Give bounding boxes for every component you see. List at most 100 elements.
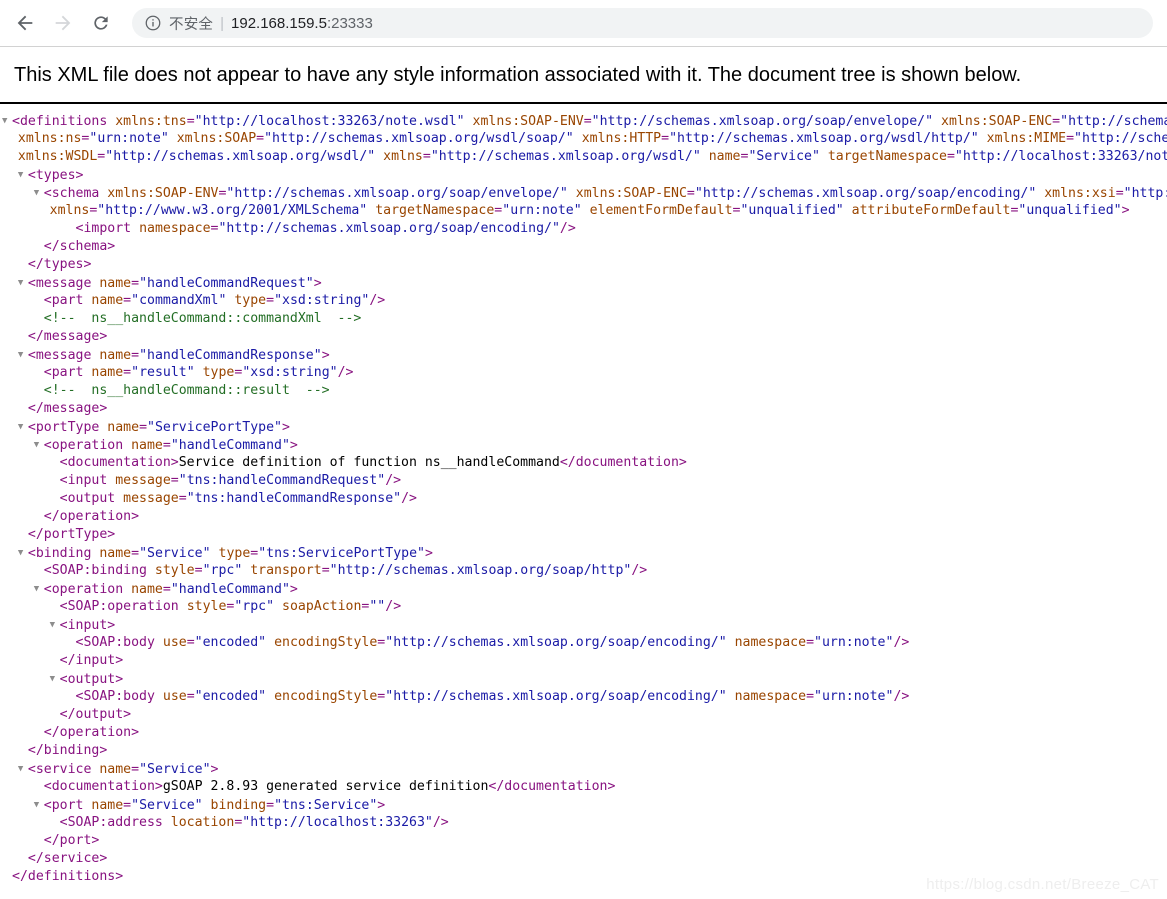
forward-button[interactable] [46, 6, 80, 40]
xml-attribute-value: "encoded" [194, 689, 267, 704]
xml-attribute-value: "encoded" [194, 635, 267, 650]
xml-attribute-value: "tns:ServicePortType" [258, 546, 425, 561]
xml-tag: > [377, 798, 386, 813]
xml-indent [2, 401, 18, 416]
url-port-text: :23333 [326, 14, 373, 32]
xml-tag: <part [43, 365, 92, 380]
xml-line: ▼ <port name="Service" binding="tns:Servi… [2, 796, 1167, 814]
xml-tag: <documentation> [59, 455, 179, 470]
xml-tag: </output> [59, 707, 132, 722]
xml-tag: /> [369, 293, 386, 308]
xml-line: ▼ <output> [2, 670, 1167, 688]
xml-line: ▼ <input> [2, 616, 1167, 634]
xml-indent [2, 473, 50, 488]
xml-tag: > [1121, 203, 1130, 218]
address-bar[interactable]: 不安全 | 192.168.159.5:23333 [132, 8, 1153, 38]
xml-text-content: gSOAP 2.8.93 generated service definitio… [162, 779, 489, 794]
xml-attribute-value: "http://schemas.xmlsoap.org/wsdl/" [105, 149, 376, 164]
xml-viewer-page: This XML file does not appear to have an… [0, 47, 1167, 899]
xml-line: <SOAP:body use="encoded" encodingStyle="… [2, 688, 1167, 706]
collapse-triangle-icon[interactable]: ▼ [18, 418, 28, 436]
xml-comment: <!-- ns__handleCommand::commandXml --> [43, 311, 362, 326]
security-status-label: 不安全 [169, 16, 214, 33]
xml-attribute-name: binding [210, 798, 267, 813]
xml-tag: <types> [27, 168, 84, 183]
info-circle-icon[interactable] [144, 14, 162, 32]
watermark-text: https://blog.csdn.net/Breeze_CAT [926, 876, 1159, 893]
collapse-triangle-icon[interactable]: ▼ [18, 166, 28, 184]
xml-tag: <output> [59, 672, 124, 687]
xml-tag: <documentation> [43, 779, 163, 794]
xml-tag: > [210, 762, 219, 777]
xml-indent [2, 293, 34, 308]
xml-attribute-name: name [107, 420, 140, 435]
xml-tag [367, 203, 375, 218]
collapse-triangle-icon[interactable]: ▼ [18, 274, 28, 292]
collapse-triangle-icon[interactable]: ▼ [50, 670, 60, 688]
xml-tag [169, 131, 177, 146]
xml-tag: = [583, 114, 592, 129]
xml-line: ▼ <definitions xmlns:tns="http://localhos… [2, 112, 1167, 130]
arrow-left-icon [14, 12, 36, 34]
xml-attribute-value: "Service" [139, 762, 211, 777]
xml-line: </output> [2, 706, 1167, 724]
xml-attribute-name: name [99, 762, 132, 777]
xml-tag: = [170, 473, 179, 488]
back-button[interactable] [8, 6, 42, 40]
xml-tag [933, 114, 941, 129]
collapse-triangle-icon[interactable]: ▼ [34, 436, 44, 454]
xml-line: <output message="tns:handleCommandRespon… [2, 490, 1167, 508]
xml-indent [2, 563, 34, 578]
xml-attribute-value: "http://schemas.xmlsoap.org/soap/envelop… [226, 186, 568, 201]
xml-tag: = [186, 689, 195, 704]
xml-attribute-value: "result" [131, 365, 195, 380]
arrow-right-icon [52, 12, 74, 34]
collapse-triangle-icon[interactable]: ▼ [34, 184, 44, 202]
xml-tag [203, 798, 211, 813]
xml-tag: = [661, 131, 670, 146]
xml-tag: = [131, 348, 140, 363]
xml-tag [582, 203, 590, 218]
xml-attribute-name: location [170, 815, 235, 830]
xml-tag: > [282, 420, 290, 435]
xml-tag: </binding> [27, 743, 108, 758]
xml-tag: = [321, 563, 330, 578]
collapse-triangle-icon[interactable]: ▼ [18, 544, 28, 562]
xml-indent [2, 455, 50, 470]
xml-tag: = [1066, 131, 1075, 146]
collapse-triangle-icon[interactable]: ▼ [18, 346, 28, 364]
xml-tag: /> [631, 563, 648, 578]
xml-line: </input> [2, 652, 1167, 670]
xml-attribute-value: "http://schemas.xmlsoap.org/soap/encodin… [1060, 114, 1167, 129]
xml-attribute-name: xmlns:tns [115, 114, 187, 129]
xml-tag: </service> [27, 851, 108, 866]
xml-attribute-value: "tns:Service" [274, 798, 378, 813]
xml-indent [2, 653, 50, 668]
collapse-triangle-icon[interactable]: ▼ [34, 580, 44, 598]
xml-attribute-value: "http://schemas.xmlsoap.org/wsdl/soap/" [264, 131, 574, 146]
xml-attribute-name: transport [250, 563, 322, 578]
xml-line: </portType> [2, 526, 1167, 544]
collapse-triangle-icon[interactable]: ▼ [2, 112, 12, 130]
collapse-triangle-icon[interactable]: ▼ [18, 760, 28, 778]
xml-line: <input message="tns:handleCommandRequest… [2, 472, 1167, 490]
xml-line: <part name="result" type="xsd:string"/> [2, 364, 1167, 382]
reload-button[interactable] [84, 6, 118, 40]
xml-indent [2, 798, 34, 813]
xml-tag [375, 149, 383, 164]
xml-tag: <service [27, 762, 100, 777]
xml-tag: = [131, 276, 140, 291]
xml-tag [195, 365, 203, 380]
xml-tag: = [194, 563, 203, 578]
xml-attribute-name: style [154, 563, 195, 578]
xml-indent [2, 329, 18, 344]
xml-attribute-value: "xsd:string" [274, 293, 370, 308]
collapse-triangle-icon[interactable]: ▼ [34, 796, 44, 814]
xml-attribute-value: "xsd:string" [242, 365, 338, 380]
xml-tag: > [424, 546, 433, 561]
xml-attribute-name: xmlns [49, 203, 90, 218]
xml-attribute-name: name [708, 149, 741, 164]
xml-style-notice: This XML file does not appear to have an… [14, 64, 1022, 86]
xml-line: <import namespace="http://schemas.xmlsoa… [2, 220, 1167, 238]
collapse-triangle-icon[interactable]: ▼ [50, 616, 60, 634]
